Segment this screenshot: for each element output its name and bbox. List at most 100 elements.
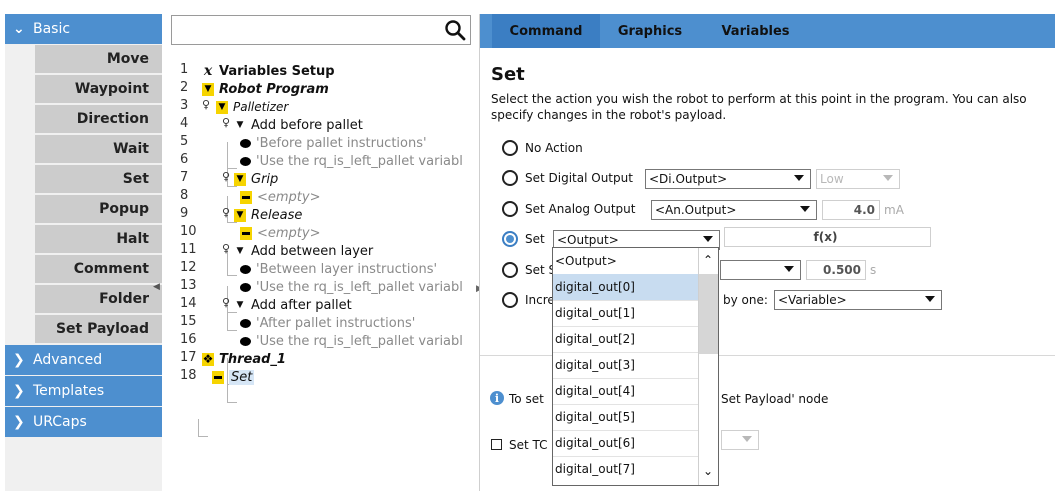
expand-triangle-icon[interactable]: ▼ bbox=[234, 208, 246, 222]
thread-icon: ❖ bbox=[202, 352, 214, 366]
page-title: Set bbox=[491, 64, 525, 85]
command-halt-button[interactable]: Halt bbox=[35, 225, 162, 253]
expand-triangle-icon[interactable]: ▼ bbox=[234, 245, 246, 258]
dropdown-option-highlighted[interactable]: digital_out[0] bbox=[553, 274, 698, 300]
tree-row[interactable]: 14 ♀ ▼ Add after pallet bbox=[168, 296, 473, 314]
tree-row[interactable]: 7 ♀ ▼ Grip bbox=[168, 170, 473, 188]
command-wait-button[interactable]: Wait bbox=[35, 135, 162, 163]
dropdown-scroll-thumb[interactable] bbox=[699, 274, 718, 354]
tree-row[interactable]: 16 'Use the rq_is_left_pallet variabl bbox=[168, 332, 473, 350]
line-number: 15 bbox=[180, 314, 197, 329]
dropdown-option[interactable]: digital_out[4] bbox=[553, 378, 698, 404]
command-waypoint-button[interactable]: Waypoint bbox=[35, 75, 162, 103]
analog-value-input[interactable]: 4.0 bbox=[822, 200, 880, 220]
command-comment-button[interactable]: Comment bbox=[35, 255, 162, 283]
dropdown-option[interactable]: digital_out[6] bbox=[553, 430, 698, 456]
select-value: <Variable> bbox=[778, 293, 847, 307]
command-popup-button[interactable]: Popup bbox=[35, 195, 162, 223]
dropdown-option[interactable]: digital_out[2] bbox=[553, 326, 698, 352]
chevron-down-icon bbox=[883, 175, 893, 181]
tree-row[interactable]: 5 'Before pallet instructions' bbox=[168, 134, 473, 152]
line-number: 7 bbox=[180, 170, 189, 185]
set-single-time-input[interactable]: 0.500 bbox=[806, 260, 866, 280]
command-set-payload-button[interactable]: Set Payload bbox=[35, 315, 162, 343]
tree-row[interactable]: 11 ♀ ▼ Add between layer bbox=[168, 242, 473, 260]
panel-tab-bar: Command Graphics Variables bbox=[480, 14, 1055, 48]
tree-row[interactable]: 1 x Variables Setup bbox=[168, 62, 473, 80]
expand-triangle-icon[interactable]: ▼ bbox=[234, 119, 246, 132]
variable-select[interactable]: <Variable> bbox=[774, 290, 942, 310]
tree-row[interactable]: 17 ❖ Thread_1 bbox=[168, 350, 473, 368]
select-value: <An.Output> bbox=[655, 203, 737, 217]
line-number: 8 bbox=[180, 188, 189, 203]
tree-row[interactable]: 10 <empty> bbox=[168, 224, 473, 242]
command-sidebar: ⌄ Basic Move Waypoint Direction Wait Set… bbox=[5, 14, 162, 491]
tree-row[interactable]: 8 <empty> bbox=[168, 188, 473, 206]
dropdown-option[interactable]: digital_out[5] bbox=[553, 404, 698, 430]
dropdown-option[interactable]: <Output> bbox=[553, 248, 698, 274]
set-tcp-checkbox[interactable] bbox=[491, 439, 502, 450]
tree-row[interactable]: 15 'After pallet instructions' bbox=[168, 314, 473, 332]
chevron-down-icon bbox=[703, 236, 713, 242]
analog-output-radio[interactable] bbox=[502, 201, 518, 217]
tree-row[interactable]: 6 'Use the rq_is_left_pallet variabl bbox=[168, 152, 473, 170]
expand-triangle-icon[interactable]: ▼ bbox=[216, 100, 228, 114]
expand-triangle-icon[interactable]: ▼ bbox=[234, 299, 246, 312]
empty-node-icon bbox=[240, 190, 252, 204]
chevron-down-icon[interactable]: ⌄ bbox=[700, 461, 716, 481]
sidebar-collapse-handle[interactable]: ◀ bbox=[153, 282, 163, 292]
tree-row[interactable]: 2 ▼ Robot Program bbox=[168, 80, 473, 98]
dropdown-option[interactable]: digital_out[7] bbox=[553, 456, 698, 482]
tree-label: Release bbox=[251, 207, 303, 223]
tree-row[interactable]: 3 ♀ ▼ Palletizer bbox=[168, 98, 473, 116]
category-templates[interactable]: ❯ Templates bbox=[5, 376, 162, 406]
tree-row[interactable]: 12 'Between layer instructions' bbox=[168, 260, 473, 278]
tree-label: Grip bbox=[251, 171, 279, 187]
set-output-label: Set bbox=[525, 232, 545, 246]
page-description: Select the action you wish the robot to … bbox=[491, 92, 1027, 122]
tree-row[interactable]: 4 ♀ ▼ Add before pallet bbox=[168, 116, 473, 134]
expand-triangle-icon[interactable]: ▼ bbox=[234, 172, 246, 186]
digital-value-select[interactable]: Low bbox=[816, 169, 900, 189]
expression-input[interactable]: f(x) bbox=[724, 227, 931, 247]
analog-output-select[interactable]: <An.Output> bbox=[651, 200, 817, 220]
chevron-down-icon bbox=[742, 436, 752, 442]
command-folder-button[interactable]: Folder bbox=[35, 285, 162, 313]
tree-row-selected[interactable]: 18 Set bbox=[168, 368, 473, 386]
command-direction-button[interactable]: Direction bbox=[35, 105, 162, 133]
category-basic-label: Basic bbox=[33, 21, 71, 37]
no-action-radio[interactable] bbox=[502, 140, 518, 156]
line-number: 17 bbox=[180, 350, 197, 365]
search-icon[interactable] bbox=[444, 19, 466, 41]
tree-row[interactable]: 13 'Use the rq_is_left_pallet variabl bbox=[168, 278, 473, 296]
tab-variables[interactable]: Variables bbox=[708, 14, 803, 48]
select-value: <Output> bbox=[557, 233, 619, 247]
program-search-input[interactable] bbox=[171, 15, 471, 45]
analog-unit: mA bbox=[884, 203, 904, 217]
set-single-select[interactable] bbox=[720, 260, 801, 280]
comment-icon bbox=[240, 336, 251, 346]
category-advanced[interactable]: ❯ Advanced bbox=[5, 345, 162, 375]
tab-graphics[interactable]: Graphics bbox=[605, 14, 695, 48]
output-dropdown-list[interactable]: <Output> digital_out[0] digital_out[1] d… bbox=[552, 247, 719, 486]
chevron-down-icon bbox=[784, 266, 794, 272]
line-number: 12 bbox=[180, 260, 197, 275]
command-move-button[interactable]: Move bbox=[35, 45, 162, 73]
category-urcaps[interactable]: ❯ URCaps bbox=[5, 407, 162, 437]
tree-row[interactable]: 9 ♀ ▼ Release bbox=[168, 206, 473, 224]
category-basic[interactable]: ⌄ Basic bbox=[5, 14, 162, 44]
set-output-radio[interactable] bbox=[502, 231, 518, 247]
digital-output-select[interactable]: <Di.Output> bbox=[645, 169, 811, 189]
line-number: 10 bbox=[180, 224, 197, 239]
command-set-button[interactable]: Set bbox=[35, 165, 162, 193]
expand-triangle-icon[interactable]: ▼ bbox=[202, 82, 214, 96]
chevron-up-icon[interactable]: ⌃ bbox=[700, 250, 716, 270]
tcp-select[interactable] bbox=[721, 430, 759, 450]
dropdown-option[interactable]: digital_out[1] bbox=[553, 300, 698, 326]
tab-command[interactable]: Command bbox=[492, 14, 600, 48]
dropdown-option[interactable]: digital_out[3] bbox=[553, 352, 698, 378]
digital-output-radio[interactable] bbox=[502, 170, 518, 186]
increment-radio[interactable] bbox=[502, 292, 518, 308]
set-single-radio[interactable] bbox=[502, 262, 518, 278]
chevron-down-icon: ⌄ bbox=[13, 21, 25, 37]
